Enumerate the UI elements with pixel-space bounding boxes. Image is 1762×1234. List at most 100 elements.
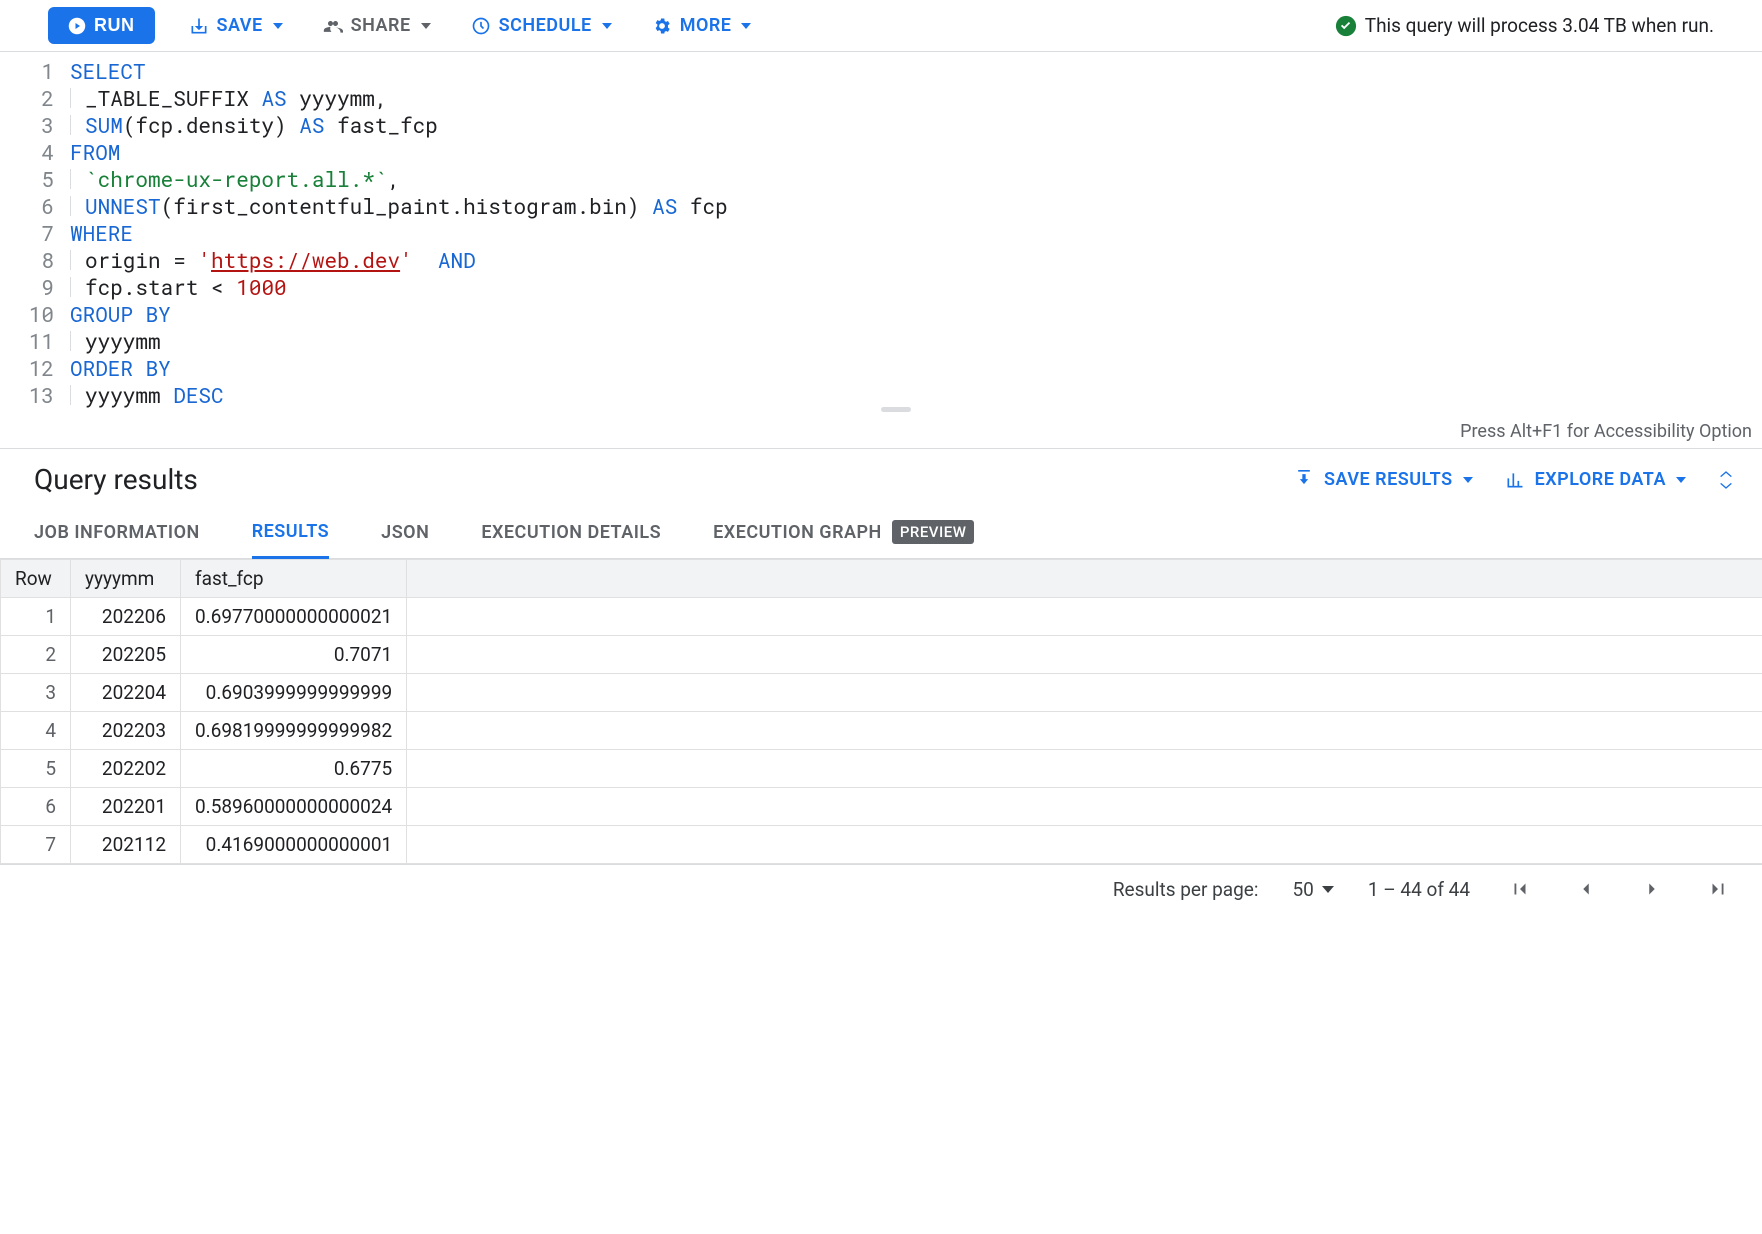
line-number: 13: [0, 382, 70, 409]
cell: 2: [1, 636, 71, 674]
code-content: _TABLE_SUFFIX AS yyyymm,: [70, 85, 387, 112]
chevron-down-icon: [1718, 481, 1734, 491]
rpp-value: 50: [1292, 878, 1313, 901]
code-line[interactable]: 1SELECT: [0, 58, 1762, 85]
table-row[interactable]: 52022020.6775: [1, 750, 1762, 788]
code-line[interactable]: 4FROM: [0, 139, 1762, 166]
line-number: 5: [0, 166, 70, 193]
code-content: UNNEST(first_contentful_paint.histogram.…: [70, 193, 728, 220]
save-label: SAVE: [217, 15, 263, 36]
column-header[interactable]: Row: [1, 560, 71, 598]
caret-down-icon: [602, 23, 612, 29]
code-line[interactable]: 9fcp.start < 1000: [0, 274, 1762, 301]
tab-json[interactable]: JSON: [381, 506, 429, 558]
column-header[interactable]: fast_fcp: [181, 560, 407, 598]
tab-execution-details[interactable]: EXECUTION DETAILS: [481, 506, 661, 558]
results-header: Query results SAVE RESULTS EXPLORE DATA: [0, 449, 1762, 506]
line-number: 12: [0, 355, 70, 382]
first-page-button[interactable]: [1504, 873, 1536, 905]
line-number: 4: [0, 139, 70, 166]
save-icon: [189, 16, 209, 36]
results-pager: Results per page: 50 1 – 44 of 44: [0, 864, 1762, 913]
tab-execution-graph[interactable]: EXECUTION GRAPH PREVIEW: [713, 506, 974, 558]
rpp-label: Results per page:: [1113, 878, 1259, 901]
caret-down-icon: [421, 23, 431, 29]
table-row[interactable]: 32022040.6903999999999999: [1, 674, 1762, 712]
code-content: origin = 'https://web.dev' AND: [70, 247, 476, 274]
cell: 0.4169000000000001: [181, 826, 407, 864]
cell: 202203: [71, 712, 181, 750]
code-line[interactable]: 7WHERE: [0, 220, 1762, 247]
code-line[interactable]: 2_TABLE_SUFFIX AS yyyymm,: [0, 85, 1762, 112]
line-number: 9: [0, 274, 70, 301]
page-first-icon: [1509, 878, 1531, 900]
cell: 0.6903999999999999: [181, 674, 407, 712]
expand-panel-button[interactable]: [1718, 469, 1734, 491]
column-header[interactable]: yyyymm: [71, 560, 181, 598]
download-icon: [1294, 470, 1314, 490]
last-page-button[interactable]: [1702, 873, 1734, 905]
next-page-button[interactable]: [1636, 873, 1668, 905]
sql-editor[interactable]: 1SELECT2_TABLE_SUFFIX AS yyyymm,3SUM(fcp…: [0, 52, 1762, 417]
drag-handle[interactable]: [881, 407, 911, 412]
table-row[interactable]: 42022030.69819999999999982: [1, 712, 1762, 750]
table-row[interactable]: 72021120.4169000000000001: [1, 826, 1762, 864]
schedule-icon: [471, 16, 491, 36]
rpp-select[interactable]: 50: [1292, 878, 1333, 901]
cell-empty: [407, 750, 1762, 788]
cell: 0.69770000000000021: [181, 598, 407, 636]
cell: 0.6775: [181, 750, 407, 788]
more-button[interactable]: MORE: [646, 7, 758, 44]
code-line[interactable]: 3SUM(fcp.density) AS fast_fcp: [0, 112, 1762, 139]
share-button[interactable]: SHARE: [317, 7, 437, 44]
chevron-left-icon: [1575, 878, 1597, 900]
cell: 202204: [71, 674, 181, 712]
editor-footer: Press Alt+F1 for Accessibility Option: [0, 417, 1762, 449]
table-row[interactable]: 12022060.69770000000000021: [1, 598, 1762, 636]
code-line[interactable]: 5`chrome-ux-report.all.*`,: [0, 166, 1762, 193]
line-number: 1: [0, 58, 70, 85]
explore-data-button[interactable]: EXPLORE DATA: [1505, 469, 1686, 490]
more-label: MORE: [680, 15, 732, 36]
save-button[interactable]: SAVE: [183, 7, 289, 44]
explore-data-label: EXPLORE DATA: [1535, 469, 1666, 490]
prev-page-button[interactable]: [1570, 873, 1602, 905]
cell-empty: [407, 788, 1762, 826]
cell: 202205: [71, 636, 181, 674]
table-row[interactable]: 22022050.7071: [1, 636, 1762, 674]
save-results-label: SAVE RESULTS: [1324, 469, 1453, 490]
table-row[interactable]: 62022010.58960000000000024: [1, 788, 1762, 826]
code-content: SELECT: [70, 58, 146, 85]
chevron-right-icon: [1641, 878, 1663, 900]
cell: 1: [1, 598, 71, 636]
line-number: 6: [0, 193, 70, 220]
code-content: fcp.start < 1000: [70, 274, 287, 301]
save-results-button[interactable]: SAVE RESULTS: [1294, 469, 1473, 490]
caret-down-icon: [741, 23, 751, 29]
column-header-empty: [407, 560, 1762, 598]
code-content: SUM(fcp.density) AS fast_fcp: [70, 112, 438, 139]
page-last-icon: [1707, 878, 1729, 900]
cell: 202202: [71, 750, 181, 788]
line-number: 8: [0, 247, 70, 274]
code-content: yyyymm DESC: [70, 382, 224, 409]
run-button[interactable]: RUN: [48, 7, 155, 44]
code-line[interactable]: 11yyyymm: [0, 328, 1762, 355]
code-line[interactable]: 6UNNEST(first_contentful_paint.histogram…: [0, 193, 1762, 220]
caret-down-icon: [1463, 477, 1473, 483]
cell-empty: [407, 636, 1762, 674]
code-line[interactable]: 10GROUP BY: [0, 301, 1762, 328]
code-line[interactable]: 12ORDER BY: [0, 355, 1762, 382]
cell: 0.69819999999999982: [181, 712, 407, 750]
query-toolbar: RUN SAVE SHARE SCHEDULE MORE This query …: [0, 0, 1762, 52]
a11y-hint: Press Alt+F1 for Accessibility Option: [1460, 421, 1752, 442]
share-icon: [323, 16, 343, 36]
tab-job-information[interactable]: JOB INFORMATION: [34, 506, 200, 558]
tab-results[interactable]: RESULTS: [252, 506, 329, 559]
code-line[interactable]: 13yyyymm DESC: [0, 382, 1762, 409]
schedule-button[interactable]: SCHEDULE: [465, 7, 618, 44]
code-line[interactable]: 8origin = 'https://web.dev' AND: [0, 247, 1762, 274]
cell: 202112: [71, 826, 181, 864]
cell: 202206: [71, 598, 181, 636]
line-number: 3: [0, 112, 70, 139]
